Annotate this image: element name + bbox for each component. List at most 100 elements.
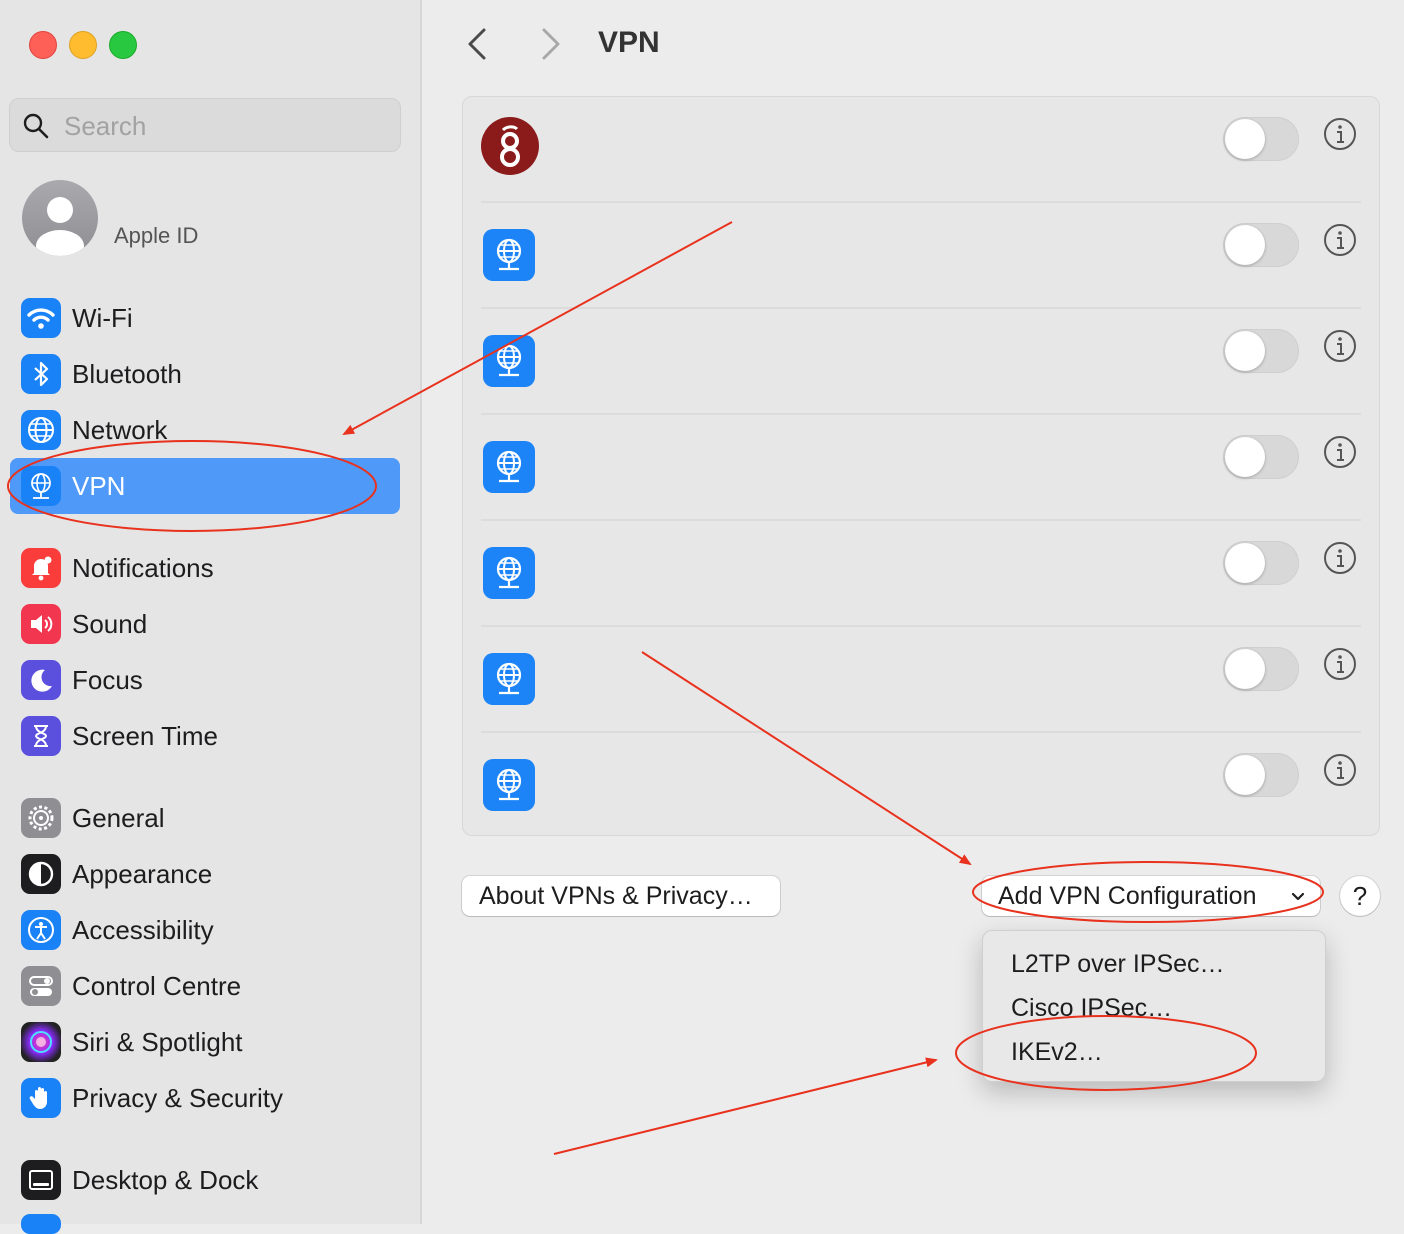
info-icon[interactable] [1323,117,1357,151]
sidebar-item-label: Control Centre [72,971,242,1001]
sidebar-item-label: Desktop & Dock [72,1165,259,1195]
help-button[interactable]: ? [1340,876,1380,916]
sidebar-item-control-centre[interactable]: Control Centre [10,958,400,1014]
page-title: VPN [598,26,660,59]
vpn-globe-icon [483,653,535,705]
sidebar-item-label: Appearance [72,859,213,889]
sidebar-item-label: VPN [72,471,126,501]
sidebar-item-wifi[interactable]: Wi-Fi [10,290,400,346]
menu-item-ikev2[interactable]: IKEv2… [1011,1038,1103,1067]
appearance-icon [21,854,61,894]
vpn-list [462,96,1380,836]
vpn-globe-icon [483,759,535,811]
sidebar-item-label: Sound [72,609,148,639]
search-icon [23,113,49,139]
vpn-toggle[interactable] [1223,223,1299,267]
info-icon[interactable] [1323,753,1357,787]
speaker-icon [21,604,61,644]
sidebar-item-label: Screen Time [72,721,218,751]
moon-icon [21,660,61,700]
sidebar-item-sound[interactable]: Sound [10,596,400,652]
vpn-row[interactable] [481,731,1361,839]
sidebar-item-label: Siri & Spotlight [72,1027,243,1057]
vpn-type-menu: L2TP over IPSec… Cisco IPSec… IKEv2… [982,930,1326,1082]
info-icon[interactable] [1323,329,1357,363]
sidebar-item-notifications[interactable]: Notifications [10,540,400,596]
zoom-window-button[interactable] [109,31,137,59]
sidebar-item-accessibility[interactable]: Accessibility [10,902,400,958]
sidebar-item-label: Wi-Fi [72,303,133,333]
about-button-label: About VPNs & Privacy… [479,881,753,910]
search-input[interactable] [62,107,386,145]
network-icon [21,410,61,450]
accessibility-icon [21,910,61,950]
menu-item-cisco-ipsec[interactable]: Cisco IPSec… [1011,994,1172,1023]
vpn-globe-icon [483,441,535,493]
sidebar-item-screen-time[interactable]: Screen Time [10,708,400,764]
avatar [22,180,98,256]
chevron-down-icon [1291,892,1305,901]
vpn-toggle[interactable] [1223,329,1299,373]
close-window-button[interactable] [29,31,57,59]
add-button-label: Add VPN Configuration [998,881,1257,910]
toggle-knob [1225,119,1265,159]
vpn-icon [21,466,61,506]
vpn-row[interactable] [481,97,1361,203]
toggle-knob [1225,543,1265,583]
apple-id-label: Apple ID [114,223,199,248]
sidebar-item-label: Accessibility [72,915,214,945]
vpn-toggle[interactable] [1223,117,1299,161]
sidebar-item-network[interactable]: Network [10,402,400,458]
toggle-knob [1225,225,1265,265]
sidebar-item-appearance[interactable]: Appearance [10,846,400,902]
sidebar-item-siri-spotlight[interactable]: Siri & Spotlight [10,1014,400,1070]
gear-icon [21,798,61,838]
apple-id-item[interactable]: Apple ID [22,180,402,260]
vpn-toggle[interactable] [1223,435,1299,479]
forward-chevron-icon[interactable] [534,26,566,62]
wireguard-icon [481,117,539,175]
minimize-window-button[interactable] [69,31,97,59]
siri-icon [21,1022,61,1062]
info-icon[interactable] [1323,647,1357,681]
vpn-row[interactable] [481,201,1361,309]
sidebar-item-label: Notifications [72,553,214,583]
add-vpn-configuration-button[interactable]: Add VPN Configuration [982,876,1320,916]
sidebar-item-label: Network [72,415,168,445]
sidebar-item-label: Focus [72,665,143,695]
control-centre-icon [21,966,61,1006]
sidebar-item-privacy-security[interactable]: Privacy & Security [10,1070,400,1126]
toggle-knob [1225,755,1265,795]
bluetooth-icon [21,354,61,394]
sidebar-item-desktop-dock[interactable]: Desktop & Dock [10,1152,400,1208]
sidebar-item-vpn[interactable]: VPN [10,458,400,514]
info-icon[interactable] [1323,541,1357,575]
search-field[interactable] [9,98,401,152]
vpn-toggle[interactable] [1223,753,1299,797]
toggle-knob [1225,649,1265,689]
sidebar-item-label: Privacy & Security [72,1083,283,1113]
vpn-row[interactable] [481,519,1361,627]
vpn-toggle[interactable] [1223,647,1299,691]
vpn-globe-icon [483,335,535,387]
sidebar-item-focus[interactable]: Focus [10,652,400,708]
toggle-knob [1225,437,1265,477]
menu-item-l2tp[interactable]: L2TP over IPSec… [1011,950,1225,979]
vpn-globe-icon [483,547,535,599]
back-chevron-icon[interactable] [462,26,494,62]
vpn-row[interactable] [481,307,1361,415]
sidebar-item-partial[interactable] [21,1214,61,1234]
sidebar-item-label: General [72,803,165,833]
vpn-row[interactable] [481,413,1361,521]
main-content: VPN About VPNs & Privacy… Add VPN Config… [422,0,1404,1224]
toggle-knob [1225,331,1265,371]
info-icon[interactable] [1323,435,1357,469]
vpn-globe-icon [483,229,535,281]
sidebar-item-label: Bluetooth [72,359,182,389]
info-icon[interactable] [1323,223,1357,257]
sidebar-item-general[interactable]: General [10,790,400,846]
vpn-row[interactable] [481,625,1361,733]
vpn-toggle[interactable] [1223,541,1299,585]
about-vpns-privacy-button[interactable]: About VPNs & Privacy… [462,876,780,916]
sidebar-item-bluetooth[interactable]: Bluetooth [10,346,400,402]
